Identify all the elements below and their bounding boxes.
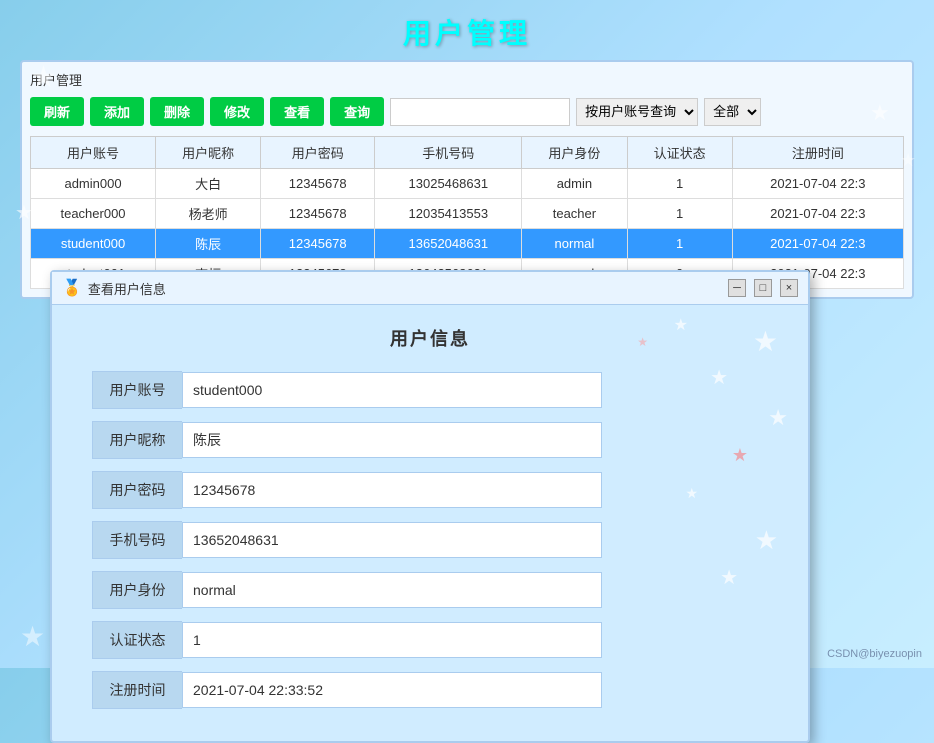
cell-4: admin <box>522 169 627 199</box>
page-title: 用户管理 <box>0 0 934 60</box>
form-row: 用户身份normal <box>92 571 768 609</box>
form-label: 用户昵称 <box>92 421 182 459</box>
form-label: 手机号码 <box>92 521 182 559</box>
table-header-row: 用户账号 用户昵称 用户密码 手机号码 用户身份 认证状态 注册时间 <box>31 137 904 169</box>
search-input[interactable] <box>390 98 570 126</box>
cell-6: 2021-07-04 22:3 <box>732 229 903 259</box>
form-row: 手机号码13652048631 <box>92 521 768 559</box>
cell-3: 13652048631 <box>375 229 522 259</box>
cell-5: 1 <box>627 169 732 199</box>
query-button[interactable]: 查询 <box>330 97 384 126</box>
col-phone: 手机号码 <box>375 137 522 169</box>
form-value: 陈辰 <box>182 422 602 458</box>
delete-button[interactable]: 删除 <box>150 97 204 126</box>
dialog-titlebar: 🏅 查看用户信息 ─ □ × <box>52 272 808 305</box>
dialog-close-button[interactable]: × <box>780 279 798 297</box>
dialog-fields: 用户账号student000用户昵称陈辰用户密码12345678手机号码1365… <box>92 371 768 709</box>
col-nickname: 用户昵称 <box>156 137 261 169</box>
table-row[interactable]: teacher000杨老师1234567812035413553teacher1… <box>31 199 904 229</box>
user-table: 用户账号 用户昵称 用户密码 手机号码 用户身份 认证状态 注册时间 admin… <box>30 136 904 289</box>
cell-0: student000 <box>31 229 156 259</box>
cell-6: 2021-07-04 22:3 <box>732 199 903 229</box>
dialog-maximize-button[interactable]: □ <box>754 279 772 297</box>
col-account: 用户账号 <box>31 137 156 169</box>
form-row: 用户密码12345678 <box>92 471 768 509</box>
toolbar: 刷新 添加 删除 修改 查看 查询 按用户账号查询 全部 <box>30 97 904 126</box>
user-info-dialog: 🏅 查看用户信息 ─ □ × ★ ★ ★ ★ ★ ★ ★ ★ ★ 用户信息 用户… <box>50 270 810 743</box>
form-row: 注册时间2021-07-04 22:33:52 <box>92 671 768 709</box>
form-row: 用户昵称陈辰 <box>92 421 768 459</box>
add-button[interactable]: 添加 <box>90 97 144 126</box>
form-value: 12345678 <box>182 472 602 508</box>
form-value: 2021-07-04 22:33:52 <box>182 672 602 708</box>
form-label: 认证状态 <box>92 621 182 659</box>
cell-2: 12345678 <box>261 169 375 199</box>
form-label: 注册时间 <box>92 671 182 709</box>
cell-5: 1 <box>627 229 732 259</box>
filter-select[interactable]: 全部 <box>704 98 761 126</box>
dialog-controls: ─ □ × <box>728 279 798 297</box>
dialog-title-label: 查看用户信息 <box>88 279 166 298</box>
form-row: 认证状态1 <box>92 621 768 659</box>
form-label: 用户密码 <box>92 471 182 509</box>
cell-4: normal <box>522 229 627 259</box>
query-type-select[interactable]: 按用户账号查询 <box>576 98 698 126</box>
form-row: 用户账号student000 <box>92 371 768 409</box>
form-label: 用户身份 <box>92 571 182 609</box>
cell-2: 12345678 <box>261 229 375 259</box>
view-button[interactable]: 查看 <box>270 97 324 126</box>
cell-3: 12035413553 <box>375 199 522 229</box>
cell-1: 陈辰 <box>156 229 261 259</box>
dialog-title-area: 🏅 查看用户信息 <box>62 278 166 298</box>
cell-5: 1 <box>627 199 732 229</box>
cell-6: 2021-07-04 22:3 <box>732 169 903 199</box>
dialog-icon: 🏅 <box>62 278 82 298</box>
form-value: 1 <box>182 622 602 658</box>
form-value: normal <box>182 572 602 608</box>
cell-1: 大白 <box>156 169 261 199</box>
form-value: 13652048631 <box>182 522 602 558</box>
cell-3: 13025468631 <box>375 169 522 199</box>
col-role: 用户身份 <box>522 137 627 169</box>
dialog-minimize-button[interactable]: ─ <box>728 279 746 297</box>
form-label: 用户账号 <box>92 371 182 409</box>
edit-button[interactable]: 修改 <box>210 97 264 126</box>
main-panel: 用户管理 刷新 添加 删除 修改 查看 查询 按用户账号查询 全部 用户账号 用… <box>20 60 914 299</box>
col-regtime: 注册时间 <box>732 137 903 169</box>
cell-4: teacher <box>522 199 627 229</box>
cell-0: teacher000 <box>31 199 156 229</box>
form-value: student000 <box>182 372 602 408</box>
cell-1: 杨老师 <box>156 199 261 229</box>
cell-0: admin000 <box>31 169 156 199</box>
panel-title-label: 用户管理 <box>30 70 904 89</box>
table-row[interactable]: student000陈辰1234567813652048631normal120… <box>31 229 904 259</box>
dialog-heading: 用户信息 <box>92 325 768 351</box>
refresh-button[interactable]: 刷新 <box>30 97 84 126</box>
watermark: CSDN@biyezuopin <box>827 648 922 660</box>
col-password: 用户密码 <box>261 137 375 169</box>
cell-2: 12345678 <box>261 199 375 229</box>
col-auth: 认证状态 <box>627 137 732 169</box>
table-row[interactable]: admin000大白1234567813025468631admin12021-… <box>31 169 904 199</box>
dialog-body: ★ ★ ★ ★ ★ ★ ★ ★ ★ 用户信息 用户账号student000用户昵… <box>52 305 808 741</box>
